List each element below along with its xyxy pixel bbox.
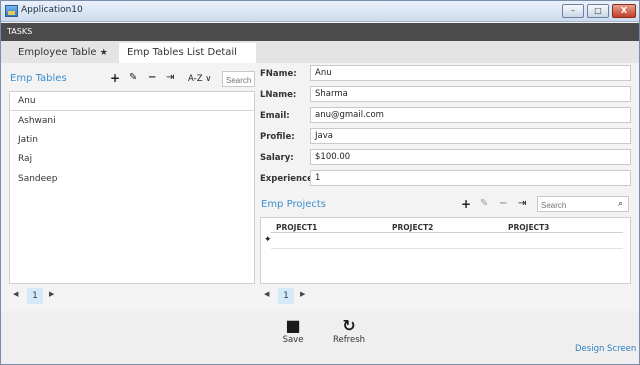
emp-tables-search-input[interactable] — [222, 71, 255, 87]
export-project-icon[interactable]: ⇥ — [518, 199, 526, 209]
next-page-icon[interactable]: ▶ — [49, 290, 54, 298]
experience-field[interactable]: 1 — [310, 170, 631, 186]
email-field[interactable]: anu@gmail.com — [310, 107, 631, 123]
add-icon[interactable]: + — [110, 72, 120, 84]
refresh-label: Refresh — [332, 335, 366, 345]
tab-emp-tables-list-detail[interactable]: Emp Tables List Detail — [119, 43, 256, 63]
emp-tables-title: Emp Tables — [10, 73, 67, 84]
maximize-button[interactable]: □ — [587, 4, 609, 18]
emp-tables-list: Anu Ashwani Jatin Raj Sandeep — [9, 91, 255, 284]
tasks-label: TASKS — [7, 27, 33, 36]
list-item[interactable]: Sandeep — [10, 170, 254, 189]
salary-field[interactable]: $100.00 — [310, 149, 631, 165]
footer-toolbar: ■ Save ↻ Refresh Design Screen — [1, 311, 639, 364]
tab-label: Employee Table — [18, 47, 97, 58]
page-number[interactable]: 1 — [278, 288, 294, 304]
minimize-button[interactable]: – — [562, 4, 584, 18]
close-button[interactable]: X — [612, 4, 636, 18]
page-number[interactable]: 1 — [27, 288, 43, 304]
column-header-project2[interactable]: PROJECT2 — [392, 223, 433, 232]
profile-field[interactable]: Java — [310, 128, 631, 144]
list-item[interactable]: Raj — [10, 150, 254, 169]
list-item[interactable]: Anu — [10, 92, 254, 111]
app-icon — [5, 5, 18, 17]
export-icon[interactable]: ⇥ — [166, 73, 174, 83]
search-icon[interactable]: ⌕ — [618, 199, 623, 209]
next-page-icon[interactable]: ▶ — [300, 290, 305, 298]
list-item[interactable]: Jatin — [10, 131, 254, 150]
header-divider — [271, 232, 623, 233]
save-button[interactable]: ■ Save — [279, 316, 307, 346]
list-item[interactable]: Ashwani — [10, 112, 254, 131]
sort-label: A-Z — [188, 74, 203, 84]
add-project-icon[interactable]: + — [461, 198, 471, 210]
refresh-icon: ↻ — [342, 316, 356, 335]
fname-field[interactable]: Anu — [310, 65, 631, 81]
tab-strip: Employee Table ★ Emp Tables List Detail — [1, 41, 639, 63]
design-screen-link[interactable]: Design Screen — [575, 344, 636, 354]
row-divider — [271, 248, 623, 249]
save-icon: ■ — [285, 316, 301, 335]
column-header-project1[interactable]: PROJECT1 — [276, 223, 317, 232]
delete-project-icon[interactable]: − — [499, 199, 507, 209]
chevron-down-icon: ∨ — [205, 74, 212, 84]
sort-dropdown[interactable]: A-Z ∨ — [188, 74, 211, 84]
window-title: Application10 — [21, 5, 83, 15]
edit-project-icon[interactable]: ✎ — [480, 199, 488, 209]
tasks-bar: TASKS — [1, 23, 639, 41]
save-label: Save — [282, 335, 304, 345]
application-window: Application10 – □ X TASKS Employee Table… — [0, 0, 640, 365]
projects-search-input[interactable] — [537, 196, 629, 212]
projects-pager: ◀ 1 ▶ — [264, 288, 314, 304]
profile-label: Profile: — [260, 132, 295, 142]
emp-projects-title: Emp Projects — [261, 199, 327, 210]
emp-tables-pager: ◀ 1 ▶ — [13, 288, 63, 304]
fname-label: FName: — [260, 69, 297, 79]
prev-page-icon[interactable]: ◀ — [13, 290, 18, 298]
new-row-icon[interactable]: ✦ — [264, 235, 272, 245]
tab-employee-table[interactable]: Employee Table ★ — [9, 43, 119, 63]
email-label: Email: — [260, 111, 290, 121]
experience-label: Experience: — [260, 174, 317, 184]
refresh-button[interactable]: ↻ Refresh — [331, 316, 367, 346]
projects-grid: PROJECT1 PROJECT2 PROJECT3 ✦ — [260, 217, 631, 284]
delete-icon[interactable]: − — [148, 73, 156, 83]
lname-field[interactable]: Sharma — [310, 86, 631, 102]
edit-icon[interactable]: ✎ — [129, 73, 137, 83]
column-header-project3[interactable]: PROJECT3 — [508, 223, 549, 232]
pin-icon[interactable]: ★ — [100, 48, 108, 58]
title-bar: Application10 – □ X — [1, 1, 639, 22]
tab-label: Emp Tables List Detail — [127, 47, 237, 58]
prev-page-icon[interactable]: ◀ — [264, 290, 269, 298]
lname-label: LName: — [260, 90, 297, 100]
salary-label: Salary: — [260, 153, 294, 163]
